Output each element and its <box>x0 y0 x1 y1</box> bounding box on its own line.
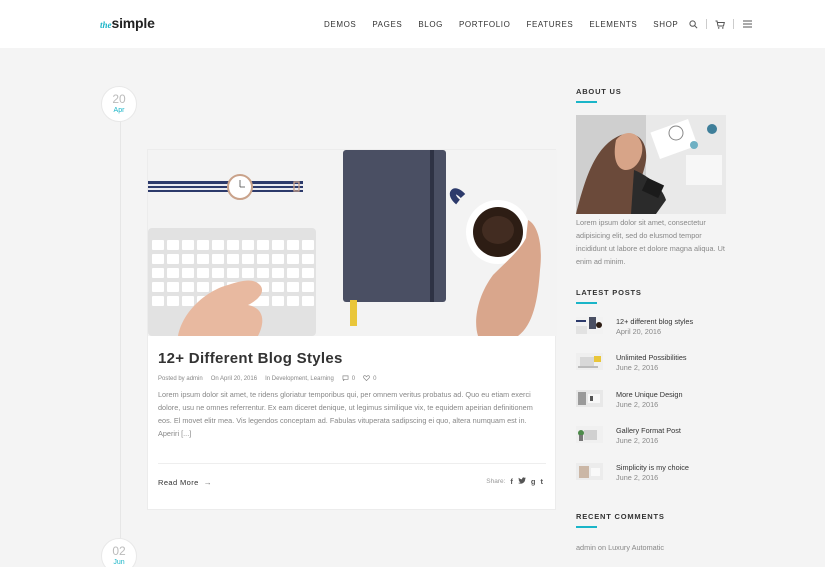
latest-post-item[interactable]: 12+ different blog styles April 20, 2016 <box>576 317 726 341</box>
timeline-line <box>120 120 121 567</box>
card-divider <box>158 463 546 464</box>
latest-post-date: June 2, 2016 <box>616 473 659 482</box>
nav-item-features[interactable]: FEATURES <box>526 20 573 29</box>
latest-post-title[interactable]: More Unique Design <box>616 390 683 399</box>
latest-post-thumbnail[interactable] <box>576 317 603 334</box>
latest-post-title[interactable]: Unlimited Possibilities <box>616 353 687 362</box>
latest-post-thumbnail[interactable] <box>576 426 603 443</box>
menu-icon[interactable] <box>742 19 752 29</box>
date-month: Apr <box>113 107 125 114</box>
post-meta: Posted by admin On April 20, 2016 In Dev… <box>158 375 384 383</box>
main-nav: DEMOS PAGES BLOG PORTFOLIO FEATURES ELEM… <box>324 19 752 29</box>
search-icon[interactable] <box>688 19 698 29</box>
logo-simple: simple <box>111 15 155 31</box>
post-featured-image[interactable] <box>148 150 557 336</box>
share-label: Share: <box>486 478 506 485</box>
latest-post-item[interactable]: Unlimited Possibilities June 2, 2016 <box>576 353 726 377</box>
post-title[interactable]: 12+ Different Blog Styles <box>158 350 343 367</box>
nav-item-demos[interactable]: DEMOS <box>324 20 356 29</box>
arrow-right-icon: → <box>203 478 213 487</box>
read-more-label: Read More <box>158 478 199 487</box>
comment-on: on <box>597 543 607 552</box>
blog-post-card: 12+ Different Blog Styles Posted by admi… <box>147 149 557 510</box>
about-us-image <box>576 115 726 214</box>
latest-post-date: April 20, 2016 <box>616 327 662 336</box>
nav-item-elements[interactable]: ELEMENTS <box>589 20 637 29</box>
timeline-date: 02 Jun <box>101 538 137 567</box>
about-us-text: Lorem ipsum dolor sit amet, consectetur … <box>576 218 725 266</box>
comment-icon[interactable] <box>342 375 349 383</box>
latest-post-item[interactable]: Gallery Format Post June 2, 2016 <box>576 426 726 450</box>
recent-comments-title: RECENT COMMENTS <box>576 512 665 521</box>
latest-post-title[interactable]: Gallery Format Post <box>616 426 681 435</box>
latest-post-item[interactable]: Simplicity is my choice June 2, 2016 <box>576 463 726 487</box>
site-logo[interactable]: thesimple <box>100 15 155 33</box>
widget-underline <box>576 302 597 304</box>
nav-item-shop[interactable]: SHOP <box>653 20 678 29</box>
google-plus-icon[interactable]: g <box>531 477 536 486</box>
twitter-icon[interactable] <box>517 477 526 486</box>
latest-post-title[interactable]: Simplicity is my choice <box>616 463 689 472</box>
facebook-icon[interactable]: f <box>510 477 513 486</box>
date-month: Jun <box>113 559 125 566</box>
post-author[interactable]: Posted by admin <box>158 376 203 382</box>
site-header: thesimple DEMOS PAGES BLOG PORTFOLIO FEA… <box>0 0 825 48</box>
about-us-title: ABOUT US <box>576 87 622 96</box>
latest-posts-title: LATEST POSTS <box>576 288 642 297</box>
nav-divider <box>733 19 735 29</box>
heart-icon[interactable] <box>363 375 370 383</box>
comments-count[interactable]: 0 <box>352 376 355 382</box>
latest-post-title[interactable]: 12+ different blog styles <box>616 317 693 326</box>
comment-author[interactable]: admin <box>576 543 596 552</box>
comment-post-link[interactable]: Luxury Automatic <box>608 543 664 552</box>
nav-item-pages[interactable]: PAGES <box>372 20 402 29</box>
recent-comment-item: admin on Luxury Automatic <box>576 543 664 552</box>
nav-item-blog[interactable]: BLOG <box>418 20 443 29</box>
latest-post-date: June 2, 2016 <box>616 363 659 372</box>
timeline-date: 20 Apr <box>101 86 137 122</box>
logo-the: the <box>100 20 112 30</box>
likes-count[interactable]: 0 <box>373 376 376 382</box>
latest-post-thumbnail[interactable] <box>576 353 603 370</box>
latest-post-date: June 2, 2016 <box>616 400 659 409</box>
post-date: On April 20, 2016 <box>210 376 258 382</box>
read-more-link[interactable]: Read More → <box>158 478 212 487</box>
latest-post-thumbnail[interactable] <box>576 463 603 480</box>
share-bar: Share: f g t <box>486 477 543 486</box>
widget-underline <box>576 526 597 528</box>
post-excerpt: Lorem ipsum dolor sit amet, te ridens gl… <box>158 390 533 438</box>
latest-post-thumbnail[interactable] <box>576 390 603 407</box>
latest-post-date: June 2, 2016 <box>616 436 659 445</box>
date-day: 20 <box>112 92 126 106</box>
tumblr-icon[interactable]: t <box>541 477 544 486</box>
widget-underline <box>576 101 597 103</box>
date-day: 02 <box>112 544 126 558</box>
post-categories[interactable]: In Development, Learning <box>265 376 334 382</box>
nav-item-portfolio[interactable]: PORTFOLIO <box>459 20 510 29</box>
cart-icon[interactable] <box>715 19 726 29</box>
latest-post-item[interactable]: More Unique Design June 2, 2016 <box>576 390 726 414</box>
nav-divider <box>706 19 708 29</box>
